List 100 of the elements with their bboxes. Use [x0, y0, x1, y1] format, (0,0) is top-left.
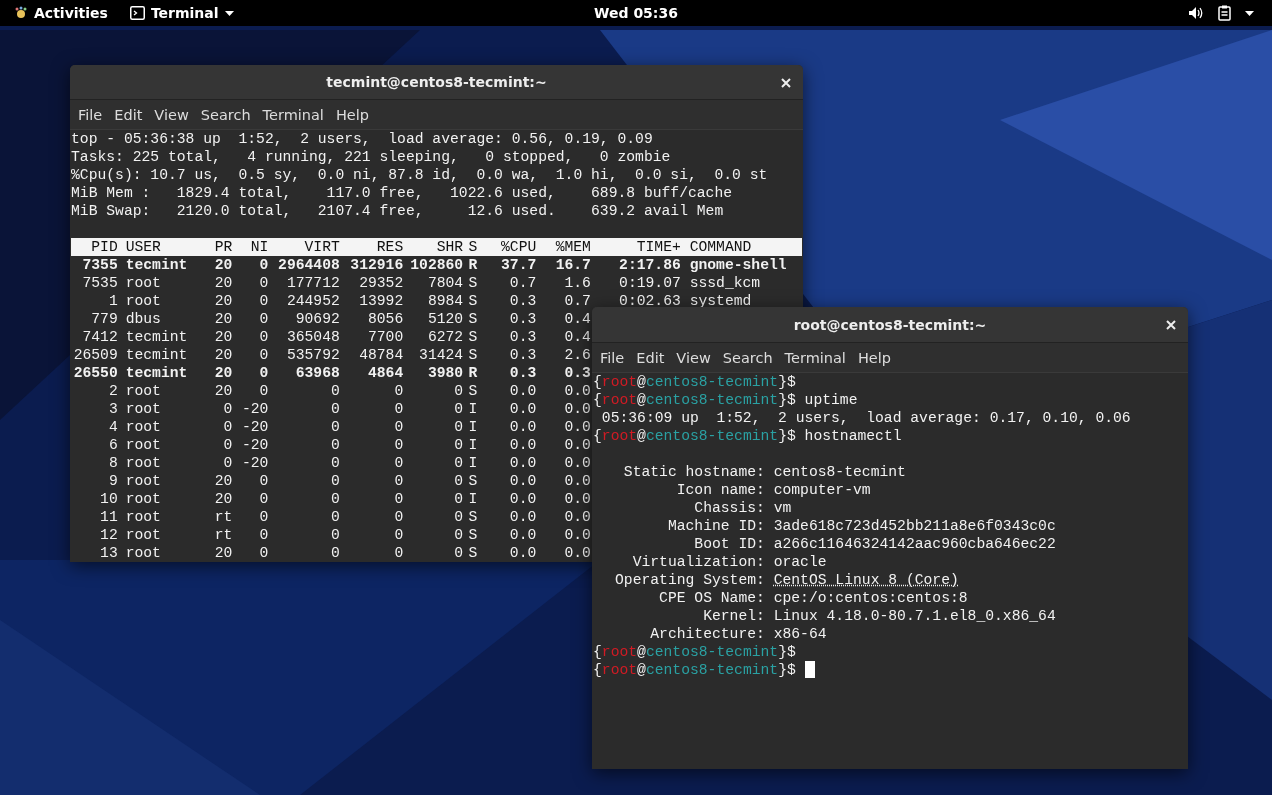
table-cell-text: 63968	[294, 364, 340, 382]
table-cell-text: 0	[393, 400, 404, 418]
table-cell-text: root	[124, 400, 162, 418]
table-cell-text: 7700	[366, 328, 404, 346]
field-label: Icon name:	[675, 481, 765, 499]
table-cell-text: I	[467, 454, 479, 472]
table-cell-text: R	[467, 364, 479, 382]
table-cell-text: 7412	[81, 328, 118, 346]
table-cell-text: root	[124, 490, 162, 508]
table-cell-text: S	[467, 292, 479, 310]
table-cell-text: 8984	[426, 292, 464, 310]
field-value: x86-64	[773, 625, 827, 643]
table-cell-text: I	[467, 400, 479, 418]
table-cell-text: 0.0	[563, 454, 591, 472]
column-header: USER	[124, 238, 162, 256]
table-cell-text: 29352	[358, 274, 404, 292]
field-label: Operating System:	[614, 571, 765, 589]
terminal-line: Tasks: 225 total, 4 running, 221 sleeping, 0 stopped, 0 zombie	[71, 148, 672, 166]
table-cell-text: 0	[329, 418, 340, 436]
table-cell-text: dbus	[124, 310, 162, 328]
close-icon[interactable]	[1166, 320, 1176, 330]
table-cell-text: 0.0	[508, 526, 537, 544]
clipboard-icon[interactable]	[1218, 5, 1231, 21]
table-cell-text: root	[124, 508, 162, 526]
table-cell-text: 20	[213, 544, 233, 562]
prompt-brace: {	[593, 391, 602, 409]
table-cell-text: 20	[213, 364, 233, 382]
terminal-icon	[129, 6, 145, 20]
table-cell-text: S	[467, 382, 479, 400]
table-cell-text: 0.3	[563, 364, 591, 382]
table-cell-text: 20	[213, 328, 233, 346]
column-header: PID	[90, 238, 118, 256]
menu-item[interactable]: Help	[851, 349, 897, 366]
prompt-brace: {	[593, 427, 602, 445]
table-cell-text: 0	[453, 472, 464, 490]
table-cell-text: S	[467, 346, 479, 364]
field-value: 3ade618c723d452bb211a8e6f0343c0c	[773, 517, 1056, 535]
close-icon[interactable]	[781, 78, 791, 88]
menu-item[interactable]: Search	[716, 349, 779, 366]
menu-item[interactable]: View	[148, 106, 195, 123]
table-cell-text: 0	[329, 472, 340, 490]
table-cell-text: 0.0	[563, 382, 591, 400]
table-cell-text: 0.0	[563, 400, 591, 418]
menu-item[interactable]: Edit	[630, 349, 671, 366]
table-cell-text: 1	[107, 292, 118, 310]
prompt-host: centos8-tecmint	[645, 391, 779, 409]
field-label: CPE OS Name:	[658, 589, 765, 607]
activities-button[interactable]: Activities	[8, 5, 114, 21]
table-cell-text: 177712	[285, 274, 340, 292]
table-cell-text: 0.3	[508, 364, 537, 382]
table-cell-text: tecmint	[124, 256, 184, 274]
table-cell-text: 0	[393, 526, 404, 544]
table-cell-text: 0	[453, 454, 464, 472]
menu-item[interactable]: Edit	[108, 106, 149, 123]
terminal-line: MiB Swap: 2120.0 total, 2107.4 free, 12.6 used. 639.2 avail Mem	[71, 202, 725, 220]
table-cell-text: 0	[258, 346, 269, 364]
table-cell-text: I	[467, 490, 479, 508]
table-cell-text: 0	[258, 310, 269, 328]
table-cell-text: 0	[329, 382, 340, 400]
caret-icon[interactable]	[1245, 10, 1254, 16]
terminal-line: 05:36:09 up 1:52, 2 users, load average: 0.17, 0.10, 0.06	[600, 409, 1132, 427]
menu-item[interactable]: View	[670, 349, 717, 366]
table-cell-text: 0.0	[508, 454, 537, 472]
table-cell-text: 0	[393, 454, 404, 472]
table-cell-text: 3	[107, 400, 118, 418]
menu-item[interactable]: File	[72, 106, 109, 123]
menu-item[interactable]: Help	[329, 106, 375, 123]
table-cell-text: 0.0	[563, 418, 591, 436]
table-cell-text: 11	[99, 508, 118, 526]
menu-item[interactable]: Terminal	[778, 349, 852, 366]
table-cell-text: 26509	[72, 346, 118, 364]
table-cell-text: 5120	[426, 310, 464, 328]
table-cell-text: 102860	[409, 256, 464, 274]
table-cell-text: 0.7	[508, 274, 537, 292]
app-menu[interactable]: Terminal	[123, 5, 240, 21]
menu-item[interactable]: Search	[194, 106, 257, 123]
table-cell-text: S	[467, 472, 479, 490]
table-cell-text: 0	[222, 400, 233, 418]
table-cell-text: 0	[393, 508, 404, 526]
table-cell-text: root	[124, 418, 162, 436]
table-cell-text: 20	[213, 256, 233, 274]
table-cell-text: 0.0	[563, 472, 591, 490]
table-cell-text: 3980	[426, 364, 464, 382]
prompt-at: @	[637, 391, 646, 409]
table-cell-text: rt	[213, 526, 233, 544]
column-header: TIME+	[635, 238, 681, 256]
table-cell-text: 20	[213, 292, 233, 310]
table-cell-text: R	[467, 256, 479, 274]
field-label: Kernel:	[702, 607, 765, 625]
table-cell-text: 0	[329, 526, 340, 544]
menu-item[interactable]: File	[594, 349, 631, 366]
table-cell-text: 0.4	[563, 328, 591, 346]
table-cell-text: -20	[240, 454, 269, 472]
window-title: tecmint@centos8-tecmint:~	[326, 74, 547, 91]
clock[interactable]: Wed 05:36	[594, 5, 678, 21]
table-cell-text: 0	[453, 400, 464, 418]
volume-icon[interactable]	[1188, 6, 1204, 20]
menu-item[interactable]: Terminal	[256, 106, 330, 123]
prompt-host: centos8-tecmint	[645, 643, 779, 661]
table-cell-text: 26550	[72, 364, 118, 382]
